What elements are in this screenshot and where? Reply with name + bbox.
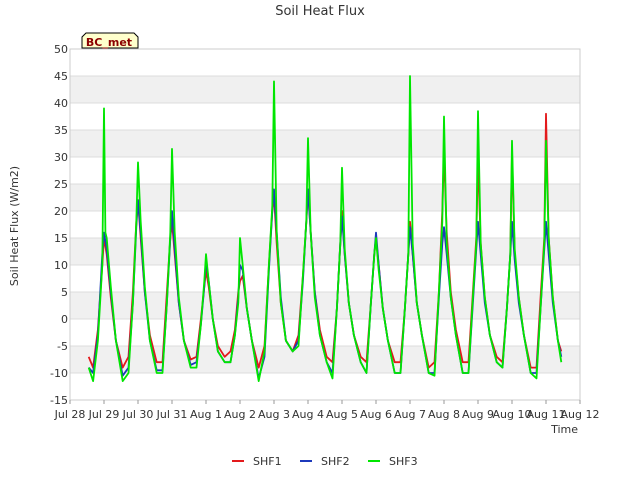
x-tick-label: Aug 5 — [326, 408, 358, 421]
y-tick-label: 10 — [54, 259, 68, 272]
y-tick-label: 40 — [54, 97, 68, 110]
y-tick-label: 20 — [54, 205, 68, 218]
x-tick-label: Jul 31 — [156, 408, 188, 421]
site-badge: BC_met — [81, 32, 139, 49]
plot-band — [70, 76, 580, 103]
y-tick-label: -15 — [50, 394, 68, 407]
y-tick-label: 45 — [54, 70, 68, 83]
chart-container: -15 -10 -5 0 5 10 15 20 25 30 35 40 45 50 Jul 28 Jul 2… — [0, 0, 640, 480]
y-axis-label: Soil Heat Flux (W/m2) — [8, 166, 21, 286]
plot-band — [70, 238, 580, 265]
site-badge-label: BC_met — [86, 36, 132, 49]
y-tick-label: 5 — [61, 286, 68, 299]
plot-band — [70, 130, 580, 157]
x-tick-label: Aug 7 — [394, 408, 426, 421]
y-tick-label: 30 — [54, 151, 68, 164]
legend-label-shf2: SHF2 — [321, 455, 350, 468]
legend: SHF1 SHF2 SHF3 — [232, 455, 418, 468]
x-tick-label: Aug 6 — [360, 408, 392, 421]
y-tick-label: -5 — [57, 340, 68, 353]
x-tick-label: Aug 9 — [462, 408, 494, 421]
x-tick-label: Jul 29 — [88, 408, 120, 421]
plot-band — [70, 373, 580, 400]
x-tick-label: Jul 30 — [122, 408, 154, 421]
chart-title: Soil Heat Flux — [275, 4, 365, 19]
x-tick-label: Aug 8 — [428, 408, 460, 421]
x-axis-label: Time — [550, 423, 578, 436]
y-tick-label: -10 — [50, 367, 68, 380]
x-tick-label: Aug 4 — [292, 408, 324, 421]
soil-heat-flux-chart: -15 -10 -5 0 5 10 15 20 25 30 35 40 45 50 Jul 28 Jul 2… — [8, 4, 600, 468]
plot-band — [70, 211, 580, 238]
legend-label-shf1: SHF1 — [253, 455, 282, 468]
y-tick-label: 0 — [61, 313, 68, 326]
plot-band — [70, 103, 580, 130]
y-tick-label: 25 — [54, 178, 68, 191]
y-tick-label: 15 — [54, 232, 68, 245]
plot-band — [70, 265, 580, 292]
x-tick-label: Aug 1 — [190, 408, 222, 421]
x-tick-label: Jul 28 — [54, 408, 86, 421]
plot-band — [70, 184, 580, 211]
x-tick-label: Aug 3 — [258, 408, 290, 421]
legend-label-shf3: SHF3 — [389, 455, 418, 468]
x-tick-label: Aug 12 — [561, 408, 600, 421]
plot-band — [70, 157, 580, 184]
plot-band — [70, 49, 580, 76]
y-tick-label: 50 — [54, 43, 68, 56]
x-tick-label: Aug 2 — [224, 408, 256, 421]
y-tick-label: 35 — [54, 124, 68, 137]
